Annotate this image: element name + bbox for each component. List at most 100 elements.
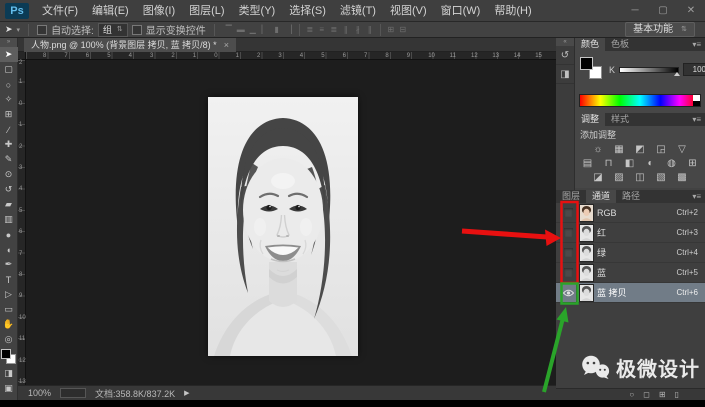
align-bottom-edges-button[interactable]: ▁ [247,25,259,34]
adjustments-tab-adjustments[interactable]: 调整 [575,113,605,126]
distribute-left-edges-button[interactable]: ∥ [340,25,352,34]
align-vertical-centers-button[interactable]: ▬ [235,25,247,34]
adjustment-invert-icon[interactable]: ◪ [591,171,605,184]
auto-select-target-dropdown[interactable]: 组 ⇅ [98,23,128,37]
distribute-top-edges-button[interactable]: ≣ [304,25,316,34]
menubar-item-filter[interactable]: 滤镜(T) [333,0,383,22]
channel-row-blue-copy[interactable]: 蓝 拷贝Ctrl+6 [556,283,705,303]
k-slider-track[interactable] [619,67,679,73]
move-tool-icon[interactable]: ➤ [5,24,13,35]
tool-hand[interactable]: ✋ [0,317,18,332]
tool-dodge[interactable]: ◖ [0,242,18,257]
adjustment-brightness-contrast-icon[interactable]: ☼ [591,143,605,156]
channel-row-red[interactable]: 红Ctrl+3 [556,223,705,243]
tools-panel-collapse-button[interactable]: » [0,38,17,47]
tool-clone-stamp[interactable]: ⊙ [0,167,18,182]
load-channel-as-selection-button[interactable]: ○ [629,389,634,401]
minimize-button[interactable]: ─ [621,0,649,22]
menubar-item-image[interactable]: 图像(I) [136,0,182,22]
tool-path-selection[interactable]: ▷ [0,287,18,302]
menubar-item-window[interactable]: 窗口(W) [434,0,488,22]
tool-brush[interactable]: ✎ [0,152,18,167]
horizontal-ruler[interactable]: 876543210123456789101112131415 [26,52,556,60]
tool-history-brush[interactable]: ↺ [0,182,18,197]
document-tab-close-icon[interactable]: × [224,38,229,52]
adjustments-panel-menu-icon[interactable]: ▾≡ [692,113,701,126]
tool-quick-selection[interactable]: ✧ [0,92,18,107]
tool-type[interactable]: T [0,272,18,287]
adjustment-vibrance-icon[interactable]: ▽ [675,143,689,156]
zoom-level[interactable]: 100% [28,388,51,398]
align-left-edges-button[interactable]: ▏ [259,25,271,34]
channel-row-rgb[interactable]: RGBCtrl+2 [556,203,705,223]
workspace-switcher[interactable]: 基本功能 ⇅ [625,22,695,37]
foreground-color-swatch[interactable] [580,57,593,70]
tool-rectangular-marquee[interactable]: ▢ [0,62,18,77]
delete-channel-button[interactable]: ▯ [675,389,679,401]
adjustment-channel-mixer-icon[interactable]: ◍ [665,157,679,170]
color-panel-menu-icon[interactable]: ▾≡ [692,38,701,51]
adjustment-black-white-icon[interactable]: ◧ [623,157,637,170]
menubar-item-view[interactable]: 视图(V) [383,0,434,22]
channel-row-blue[interactable]: 蓝Ctrl+5 [556,263,705,283]
adjustment-hue-saturation-icon[interactable]: ▤ [581,157,595,170]
tool-blur[interactable]: ● [0,227,18,242]
close-button[interactable]: ✕ [677,0,705,22]
visibility-toggle-empty[interactable] [560,243,577,263]
tool-lasso[interactable]: ○ [0,77,18,92]
menubar-item-help[interactable]: 帮助(H) [487,0,538,22]
document-tab[interactable]: 人物.png @ 100% (背景图层 拷贝, 蓝 拷贝/8) * × [24,38,236,52]
tool-preset-caret-icon[interactable]: ▾ [17,26,21,34]
tool-crop[interactable]: ⊞ [0,107,18,122]
adjustment-gradient-map-icon[interactable]: ▧ [654,171,668,184]
menubar-item-file[interactable]: 文件(F) [35,0,85,22]
adjustment-photo-filter-icon[interactable]: ◐ [644,157,658,170]
maximize-button[interactable]: ▢ [649,0,677,22]
distribute-right-edges-button[interactable]: ∥ [364,25,376,34]
new-channel-button[interactable]: ⊞ [659,389,666,401]
auto-select-checkbox[interactable] [37,25,47,35]
menubar-item-select[interactable]: 选择(S) [282,0,333,22]
color-swatches[interactable] [580,57,602,79]
adjustment-curves-icon[interactable]: ◩ [633,143,647,156]
tool-gradient[interactable]: ▥ [0,212,18,227]
adjustment-color-balance-icon[interactable]: ⊓ [602,157,616,170]
channels-panel-menu-icon[interactable]: ▾≡ [692,190,701,203]
visibility-toggle-empty[interactable] [560,203,577,223]
visibility-toggle-empty[interactable] [560,223,577,243]
visibility-toggle-empty[interactable] [560,263,577,283]
tool-quick-mask[interactable]: ◨ [0,366,18,381]
adjustment-exposure-icon[interactable]: ◲ [654,143,668,156]
black-chip[interactable] [693,101,700,107]
adjustment-levels-icon[interactable]: ▦ [612,143,626,156]
menubar-item-edit[interactable]: 编辑(E) [85,0,136,22]
tool-eraser[interactable]: ▰ [0,197,18,212]
channel-row-green[interactable]: 绿Ctrl+4 [556,243,705,263]
tool-pen[interactable]: ✒ [0,257,18,272]
tool-rectangle-shape[interactable]: ▭ [0,302,18,317]
menubar-item-type[interactable]: 类型(Y) [232,0,283,22]
dock-collapse-button[interactable]: « [556,38,574,46]
color-tab-color[interactable]: 颜色 [575,38,605,51]
properties-panel-icon[interactable]: ◨ [556,65,574,84]
tool-spot-healing-brush[interactable]: ✚ [0,137,18,152]
history-panel-icon[interactable]: ↺ [556,46,574,65]
k-value-field[interactable]: 100 [683,63,705,76]
adjustment-posterize-icon[interactable]: ▨ [612,171,626,184]
vertical-ruler[interactable]: 21012345678910111213 [18,60,26,385]
adjustment-threshold-icon[interactable]: ◫ [633,171,647,184]
distribute-horizontal-centers-button[interactable]: ∦ [352,25,364,34]
tool-screen-mode[interactable]: ▣ [0,381,18,396]
color-tab-swatches[interactable]: 色板 [605,38,635,51]
foreground-color-swatch[interactable] [1,349,11,359]
menubar-item-layer[interactable]: 图层(L) [182,0,231,22]
adjustment-selective-color-icon[interactable]: ▩ [675,171,689,184]
k-slider-handle[interactable] [674,72,680,76]
status-options-arrow-icon[interactable]: ▶ [184,389,189,397]
show-transform-controls-checkbox[interactable] [132,25,142,35]
align-horizontal-centers-button[interactable]: ▮ [271,25,283,34]
channels-tab-layers[interactable]: 图层 [556,190,586,203]
channels-tab-channels[interactable]: 通道 [586,190,616,203]
tool-zoom[interactable]: ◎ [0,332,18,347]
adjustments-tab-styles[interactable]: 样式 [605,113,635,126]
